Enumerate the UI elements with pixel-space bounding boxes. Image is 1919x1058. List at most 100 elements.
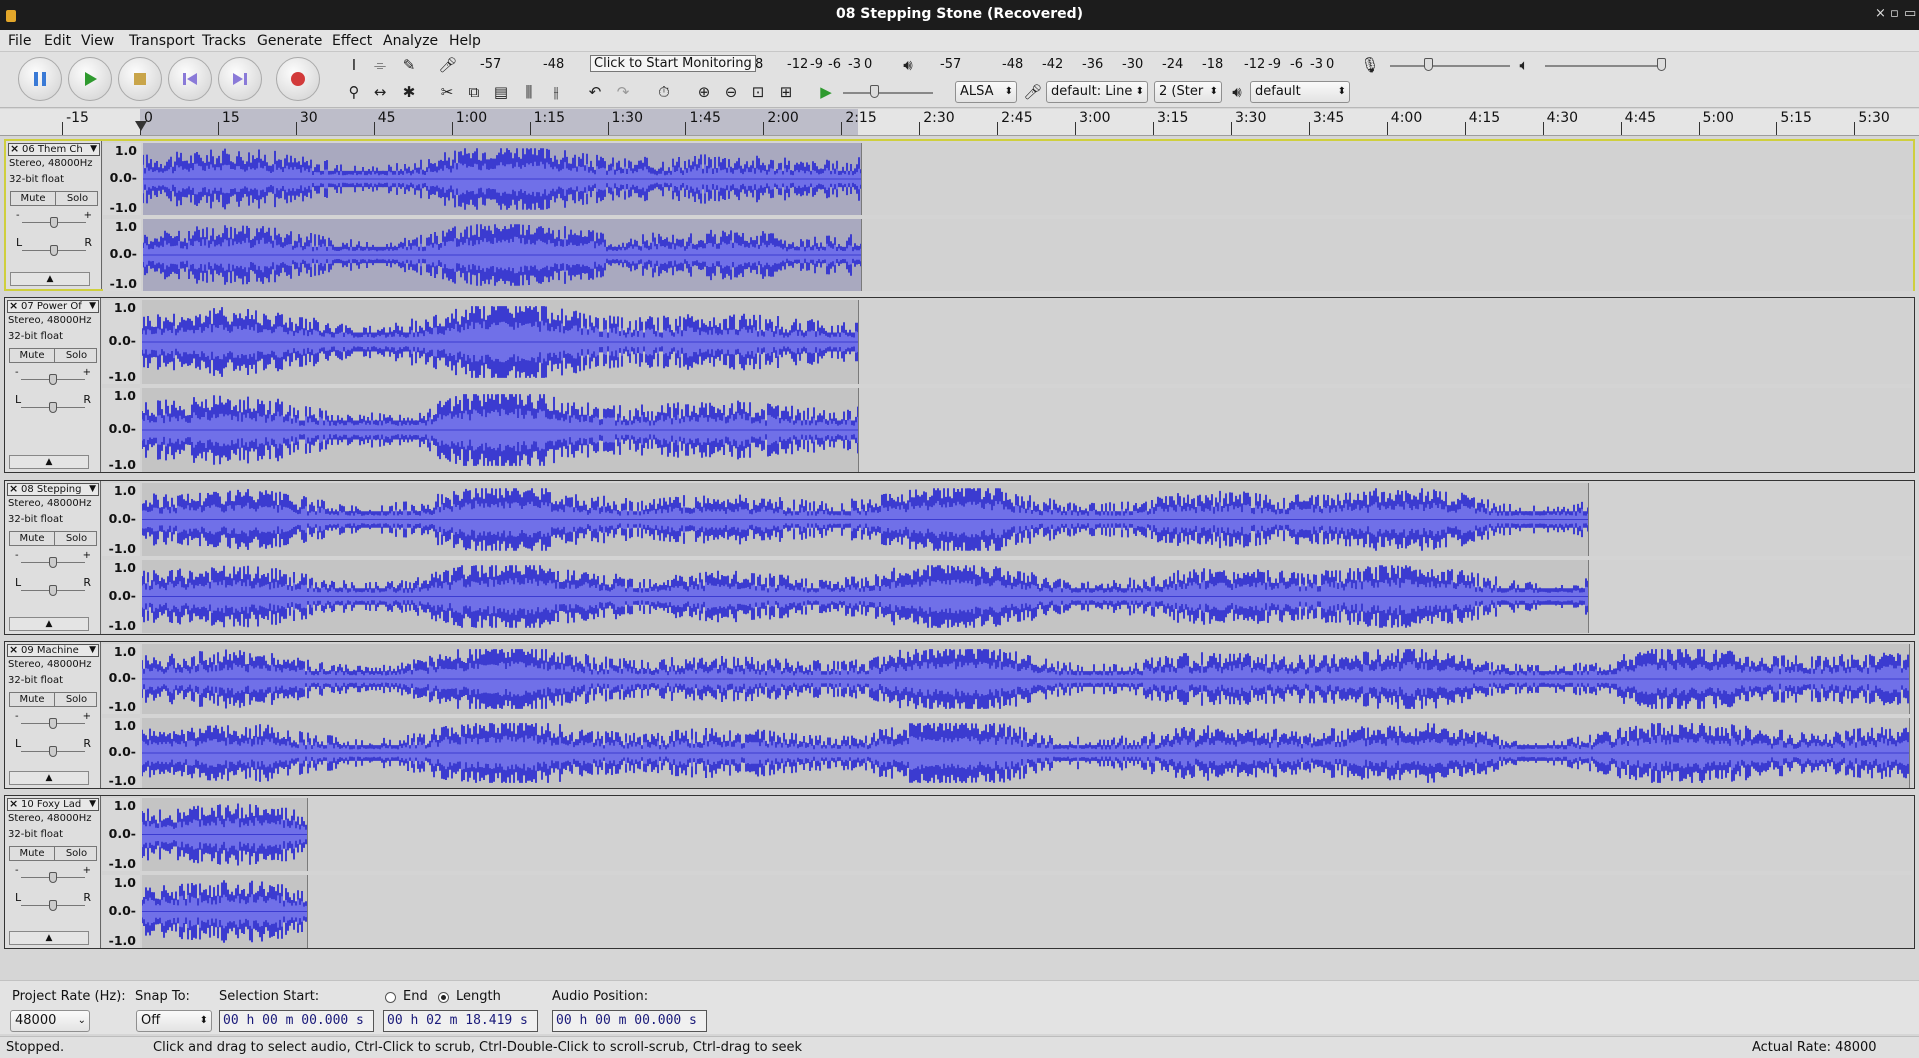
mute-button[interactable]: Mute (10, 532, 54, 545)
input-channels-select[interactable]: 2 (Ster ⬍ (1154, 81, 1222, 103)
menu-analyze[interactable]: Analyze (383, 33, 438, 49)
audio-channel[interactable] (140, 560, 1912, 633)
audio-channel[interactable] (140, 718, 1912, 788)
audio-channel[interactable] (140, 875, 1912, 948)
end-radio[interactable] (385, 992, 396, 1003)
close-track-icon[interactable]: × (9, 484, 18, 494)
skip-to-start-button[interactable] (168, 57, 212, 101)
audio-channel[interactable] (140, 483, 1912, 556)
menu-generate[interactable]: Generate (257, 33, 322, 49)
close-window-icon[interactable]: × (1875, 6, 1886, 21)
selection-start-field[interactable]: 00 h 00 m 00.000 s (219, 1010, 374, 1032)
collapse-track-button[interactable]: ▲ (9, 771, 89, 785)
audio-clip[interactable] (142, 644, 1910, 714)
vertical-scale[interactable]: 1.0 0.0- -1.0 (102, 644, 140, 714)
zoom-out-icon[interactable]: ⊖ (720, 81, 742, 103)
maximize-window-icon[interactable]: ▭ (1904, 6, 1916, 21)
solo-button[interactable]: Solo (55, 192, 99, 205)
selection-tool-icon[interactable]: I (343, 54, 365, 76)
stop-button[interactable] (118, 57, 162, 101)
menu-help[interactable]: Help (449, 33, 481, 49)
track-name-menu[interactable]: × 10 Foxy Lad ▼ (7, 798, 99, 811)
monitoring-tooltip[interactable]: Click to Start Monitoring (590, 55, 756, 72)
trim-audio-icon[interactable]: ⫼ (518, 81, 540, 103)
pan-slider[interactable]: L R (16, 236, 92, 256)
fit-project-icon[interactable]: ⊞ (775, 81, 797, 103)
menu-edit[interactable]: Edit (44, 33, 71, 49)
track[interactable]: × 09 Machine ▼ Stereo, 48000Hz 32-bit fl… (4, 641, 1915, 789)
solo-button[interactable]: Solo (54, 349, 98, 362)
skip-to-end-button[interactable] (218, 57, 262, 101)
play-button[interactable] (68, 57, 112, 101)
vertical-scale[interactable]: 1.0 0.0- -1.0 (102, 718, 140, 788)
vertical-scale[interactable]: 1.0 0.0- -1.0 (102, 388, 140, 472)
input-device-select[interactable]: default: Line ⬍ (1046, 81, 1148, 103)
audio-clip[interactable] (142, 483, 1589, 556)
close-track-icon[interactable]: × (9, 301, 18, 311)
zoom-in-icon[interactable]: ⊕ (693, 81, 715, 103)
audio-host-select[interactable]: ALSA ⬍ (955, 81, 1017, 103)
solo-button[interactable]: Solo (54, 532, 98, 545)
track[interactable]: × 07 Power Of ▼ Stereo, 48000Hz 32-bit f… (4, 297, 1915, 473)
audio-clip[interactable] (142, 560, 1589, 633)
pause-button[interactable] (18, 57, 62, 101)
record-button[interactable] (276, 57, 320, 101)
vertical-scale[interactable]: 1.0 0.0- -1.0 (102, 798, 140, 871)
zoom-tool-icon[interactable]: ⚲ (343, 81, 365, 103)
audio-clip[interactable] (142, 388, 859, 472)
solo-button[interactable]: Solo (54, 693, 98, 706)
playback-volume-slider[interactable] (1657, 58, 1666, 71)
vertical-scale[interactable]: 1.0 0.0- -1.0 (102, 483, 140, 556)
track[interactable]: × 10 Foxy Lad ▼ Stereo, 48000Hz 32-bit f… (4, 795, 1915, 949)
menu-file[interactable]: File (8, 33, 31, 49)
record-meter-icon[interactable]: 🎤︎ (437, 54, 459, 76)
track[interactable]: × 08 Stepping ▼ Stereo, 48000Hz 32-bit f… (4, 480, 1915, 635)
record-volume-slider[interactable] (1423, 58, 1433, 71)
track-name-menu[interactable]: × 06 Them Ch ▼ (8, 143, 100, 156)
collapse-track-button[interactable]: ▲ (10, 272, 90, 286)
gain-slider[interactable]: - + (15, 367, 91, 385)
pan-slider[interactable]: L R (15, 576, 91, 596)
solo-button[interactable]: Solo (54, 847, 98, 860)
collapse-track-button[interactable]: ▲ (9, 931, 89, 945)
gain-slider[interactable]: - + (15, 711, 91, 729)
playhead-marker[interactable] (135, 121, 147, 131)
audio-channel[interactable] (140, 388, 1912, 472)
track-name-menu[interactable]: × 07 Power Of ▼ (7, 300, 99, 313)
mute-button[interactable]: Mute (11, 192, 55, 205)
play-speed-slider[interactable] (870, 85, 879, 98)
track-name-menu[interactable]: × 08 Stepping ▼ (7, 483, 99, 496)
fit-selection-icon[interactable]: ⊡ (747, 81, 769, 103)
vertical-scale[interactable]: 1.0 0.0- -1.0 (103, 143, 141, 215)
timeline-ruler[interactable]: -15 0 15 30 45 1:00 1:15 1:30 1:45 2:00 2:15 2:30 2:… (0, 109, 1919, 136)
envelope-tool-icon[interactable]: ⌯ (369, 54, 391, 76)
collapse-track-button[interactable]: ▲ (9, 617, 89, 631)
menu-effect[interactable]: Effect (332, 33, 372, 49)
gain-slider[interactable]: - + (15, 865, 91, 883)
menu-transport[interactable]: Transport (129, 33, 195, 49)
close-track-icon[interactable]: × (10, 144, 19, 154)
project-rate-select[interactable]: 48000 ⌄ (10, 1010, 90, 1032)
snap-to-select[interactable]: Off ⬍ (136, 1010, 212, 1032)
playback-meter-icon[interactable]: 🔊︎ (897, 54, 919, 76)
track-area[interactable]: × 06 Them Ch ▼ Stereo, 48000Hz 32-bit fl… (0, 137, 1919, 950)
audio-clip[interactable] (142, 798, 309, 871)
menu-tracks[interactable]: Tracks (202, 33, 246, 49)
close-track-icon[interactable]: × (9, 799, 18, 809)
close-track-icon[interactable]: × (9, 645, 18, 655)
play-at-speed-icon[interactable]: ▶ (815, 81, 837, 103)
restore-window-icon[interactable]: ▫ (1890, 6, 1899, 21)
pan-slider[interactable]: L R (15, 737, 91, 757)
silence-audio-icon[interactable]: ⫲ (545, 81, 567, 103)
collapse-track-button[interactable]: ▲ (9, 455, 89, 469)
gain-slider[interactable]: - + (16, 210, 92, 228)
mute-button[interactable]: Mute (10, 349, 54, 362)
mute-button[interactable]: Mute (10, 847, 54, 860)
multi-tool-icon[interactable]: ✱ (398, 81, 420, 103)
audio-clip[interactable] (142, 875, 309, 948)
draw-tool-icon[interactable]: ✎ (398, 54, 420, 76)
length-radio[interactable] (438, 992, 449, 1003)
vertical-scale[interactable]: 1.0 0.0- -1.0 (102, 560, 140, 633)
track[interactable]: × 06 Them Ch ▼ Stereo, 48000Hz 32-bit fl… (4, 139, 1915, 291)
audio-channel[interactable] (141, 143, 1913, 215)
